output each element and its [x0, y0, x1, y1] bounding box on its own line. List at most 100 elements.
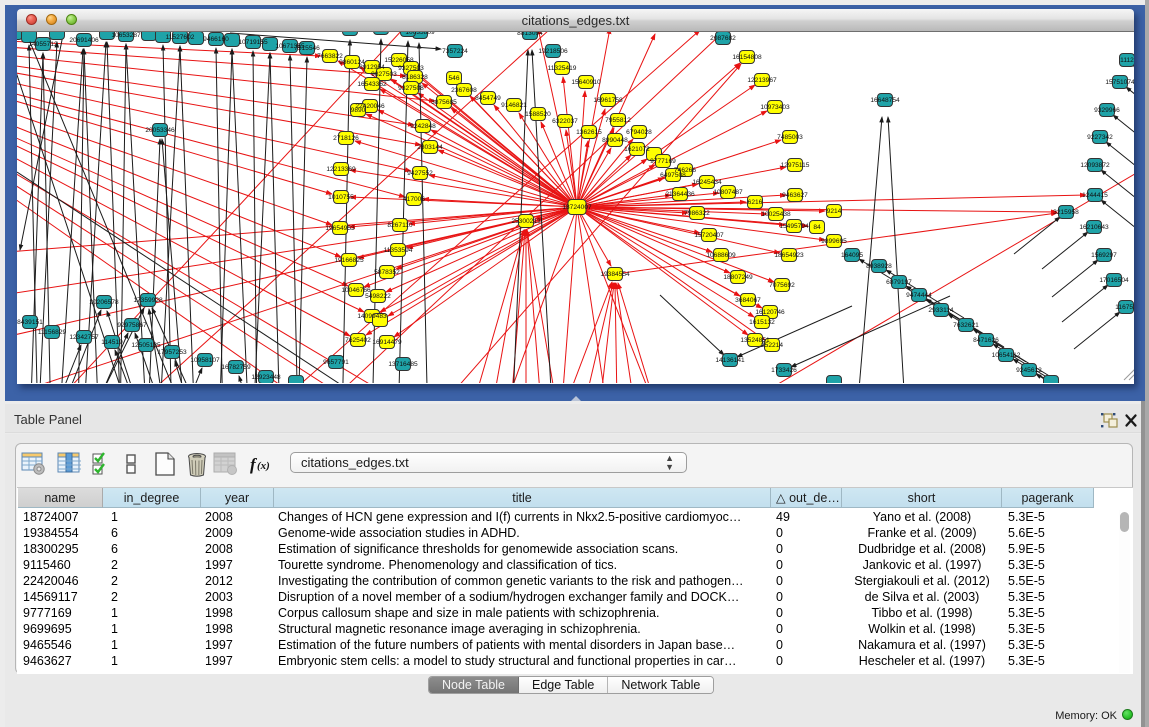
- svg-text:9890: 9890: [351, 107, 366, 114]
- svg-text:20053346: 20053346: [145, 127, 175, 134]
- svg-text:2933114: 2933114: [928, 307, 954, 314]
- svg-text:15495794: 15495794: [779, 223, 809, 230]
- svg-text:8990448: 8990448: [602, 137, 628, 144]
- svg-text:6497508: 6497508: [660, 172, 686, 179]
- svg-text:6879197: 6879197: [886, 279, 912, 286]
- svg-text:13716485: 13716485: [388, 361, 418, 368]
- svg-text:16120746: 16120746: [755, 309, 785, 316]
- svg-text:164095: 164095: [841, 252, 863, 259]
- svg-text:5878352: 5878352: [374, 269, 400, 276]
- svg-text:17957253: 17957253: [157, 349, 187, 356]
- svg-text:14136141: 14136141: [715, 357, 745, 364]
- svg-text:7632621: 7632621: [953, 322, 979, 329]
- svg-text:18807249: 18807249: [723, 274, 753, 281]
- svg-text:15720407: 15720407: [694, 232, 724, 239]
- svg-text:2803144: 2803144: [417, 144, 443, 151]
- svg-text:8454749: 8454749: [475, 95, 501, 102]
- svg-text:9146821: 9146821: [501, 102, 527, 109]
- svg-text:9214: 9214: [827, 208, 842, 215]
- svg-text:9827503: 9827503: [371, 71, 397, 78]
- svg-text:9329966: 9329966: [1094, 107, 1120, 114]
- svg-text:19384554: 19384554: [600, 271, 630, 278]
- svg-text:9227342: 9227342: [1087, 134, 1113, 141]
- svg-text:10033809: 10033809: [405, 32, 435, 36]
- svg-text:546: 546: [448, 75, 459, 82]
- svg-text:8912954: 8912954: [359, 64, 385, 71]
- svg-text:1112: 1112: [1120, 57, 1134, 64]
- svg-text:10973403: 10973403: [760, 104, 790, 111]
- svg-text:12342757: 12342757: [69, 334, 99, 341]
- svg-text:7625402: 7625402: [345, 337, 371, 344]
- svg-text:25300213: 25300213: [511, 218, 541, 225]
- svg-text:11527602: 11527602: [166, 34, 195, 41]
- svg-text:8267110: 8267110: [387, 222, 413, 229]
- svg-text:16648754: 16648754: [870, 97, 900, 104]
- svg-text:3875685: 3875685: [431, 99, 457, 106]
- svg-text:417006: 417006: [403, 196, 425, 203]
- svg-text:116753: 116753: [1115, 304, 1134, 311]
- svg-text:8471626: 8471626: [973, 337, 999, 344]
- svg-text:8938928: 8938928: [866, 263, 892, 270]
- svg-text:11156829: 11156829: [38, 329, 67, 336]
- svg-text:9466160: 9466160: [203, 36, 229, 43]
- svg-text:18654923: 18654923: [774, 252, 804, 259]
- svg-text:114519: 114519: [101, 339, 123, 346]
- svg-text:7075692: 7075692: [769, 282, 795, 289]
- svg-text:1244415: 1244415: [1082, 192, 1108, 199]
- svg-text:9777169: 9777169: [650, 158, 676, 165]
- svg-text:12093872: 12093872: [1080, 162, 1110, 169]
- svg-text:2087682: 2087682: [710, 35, 736, 42]
- svg-text:9327503: 9327503: [398, 65, 424, 72]
- svg-text:8439151: 8439151: [17, 319, 43, 326]
- svg-text:5498222: 5498222: [365, 293, 391, 300]
- svg-text:16914479: 16914479: [372, 339, 402, 346]
- svg-text:9657791: 9657791: [323, 359, 349, 366]
- svg-text:15640910: 15640910: [571, 79, 601, 86]
- svg-text:7357224: 7357224: [442, 48, 468, 55]
- svg-text:12213967: 12213967: [747, 77, 777, 84]
- svg-text:14099483: 14099483: [357, 313, 387, 320]
- svg-text:10807487: 10807487: [713, 189, 743, 196]
- svg-text:1010755: 1010755: [328, 194, 354, 201]
- svg-text:10653287: 10653287: [111, 32, 141, 39]
- svg-text:1621072: 1621072: [624, 146, 650, 153]
- svg-text:16154808: 16154808: [732, 54, 762, 61]
- svg-text:1362615: 1362615: [576, 129, 602, 136]
- svg-text:8813094: 8813094: [517, 32, 543, 37]
- svg-text:16245434: 16245434: [692, 179, 722, 186]
- svg-text:15751074: 15751074: [1105, 79, 1134, 86]
- svg-text:11353594: 11353594: [384, 247, 413, 254]
- svg-text:7515546: 7515546: [294, 45, 320, 52]
- svg-text:10958107: 10958107: [190, 357, 220, 364]
- svg-text:3215958: 3215958: [1053, 209, 1079, 216]
- svg-text:10719155: 10719155: [238, 39, 268, 46]
- svg-text:9427552: 9427552: [407, 170, 433, 177]
- svg-text:19654953: 19654953: [325, 225, 355, 232]
- svg-text:7485003: 7485003: [777, 134, 803, 141]
- svg-text:20691406: 20691406: [69, 37, 99, 44]
- svg-text:7986322: 7986322: [684, 210, 710, 217]
- svg-text:84: 84: [813, 224, 821, 231]
- svg-text:1588520: 1588520: [525, 111, 551, 118]
- svg-text:10025438: 10025438: [761, 211, 791, 218]
- svg-text:16782759: 16782759: [221, 364, 251, 371]
- svg-text:(x): (x): [257, 460, 270, 472]
- svg-text:1615132: 1615132: [749, 319, 775, 326]
- svg-text:9474444: 9474444: [906, 292, 932, 299]
- svg-text:92975867: 92975867: [117, 322, 147, 329]
- svg-text:6216: 6216: [748, 199, 763, 206]
- svg-text:19218506: 19218506: [538, 48, 568, 55]
- svg-text:9242848: 9242848: [410, 123, 436, 130]
- svg-text:3684067: 3684067: [735, 297, 761, 304]
- svg-text:9463627: 9463627: [782, 192, 808, 199]
- svg-text:12923448: 12923448: [251, 374, 281, 381]
- svg-text:9899695: 9899695: [821, 238, 847, 245]
- svg-text:16543362: 16543362: [357, 81, 387, 88]
- svg-text:1733426: 1733426: [771, 367, 797, 374]
- svg-text:12975115: 12975115: [781, 162, 810, 169]
- svg-text:8186328: 8186328: [402, 74, 428, 81]
- svg-text:12213369: 12213369: [326, 166, 356, 173]
- svg-text:16210643: 16210643: [1079, 224, 1109, 231]
- svg-text:10688609: 10688609: [706, 252, 736, 259]
- svg-text:21364436: 21364436: [665, 191, 695, 198]
